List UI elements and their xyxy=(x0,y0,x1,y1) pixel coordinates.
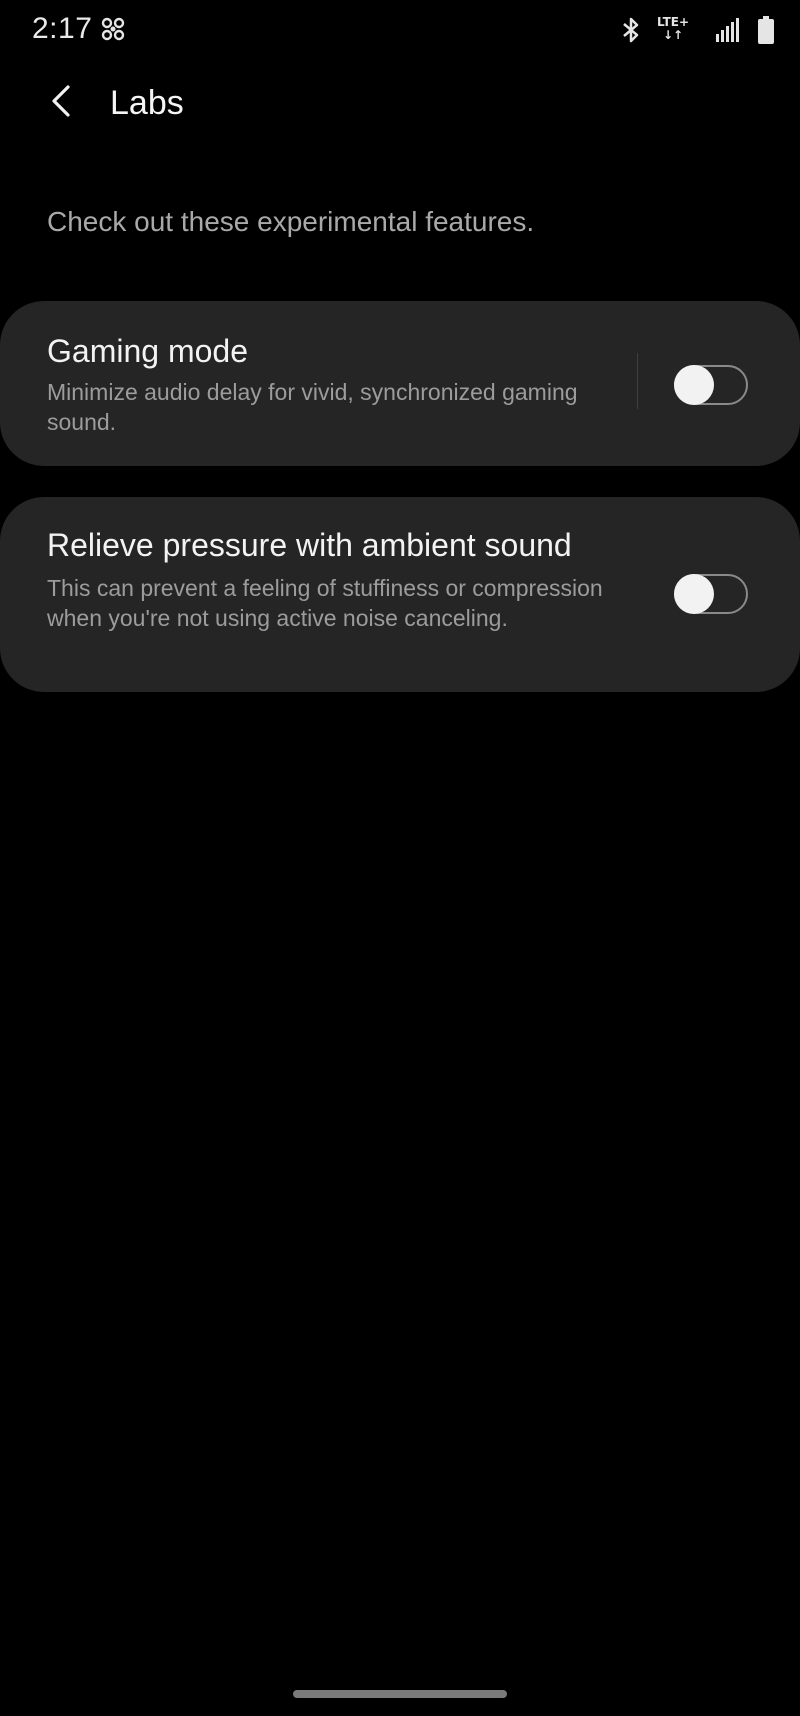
battery-icon xyxy=(758,16,774,49)
intro-text: Check out these experimental features. xyxy=(47,206,535,237)
app-bar: Labs xyxy=(0,60,800,150)
lte-label: LTE+ xyxy=(656,15,690,29)
chevron-left-icon xyxy=(50,84,72,123)
toggle-divider xyxy=(637,353,638,409)
pinwheel-icon xyxy=(100,16,126,47)
toggle-thumb xyxy=(674,365,714,405)
feature-card-gaming-mode[interactable]: Gaming mode Minimize audio delay for viv… xyxy=(0,301,800,466)
back-button[interactable] xyxy=(36,78,86,128)
ambient-sound-toggle[interactable] xyxy=(674,574,748,614)
page-title: Labs xyxy=(110,84,184,122)
lte-arrows: ↓↑ xyxy=(662,28,684,42)
status-bar: 2:17 LTE+ ↓↑ xyxy=(0,0,800,60)
feature-description: Minimize audio delay for vivid, synchron… xyxy=(47,379,578,435)
signal-icon xyxy=(716,18,740,47)
bluetooth-icon xyxy=(620,16,642,49)
feature-title: Gaming mode xyxy=(47,333,248,369)
lte-icon: LTE+ ↓↑ xyxy=(656,16,690,42)
feature-card-ambient-sound[interactable]: Relieve pressure with ambient sound This… xyxy=(0,497,800,692)
feature-description: This can prevent a feeling of stuffiness… xyxy=(47,575,603,631)
status-time: 2:17 xyxy=(32,12,93,45)
feature-title: Relieve pressure with ambient sound xyxy=(47,527,572,563)
gaming-mode-toggle[interactable] xyxy=(674,365,748,405)
home-indicator[interactable] xyxy=(293,1690,507,1698)
toggle-thumb xyxy=(674,574,714,614)
